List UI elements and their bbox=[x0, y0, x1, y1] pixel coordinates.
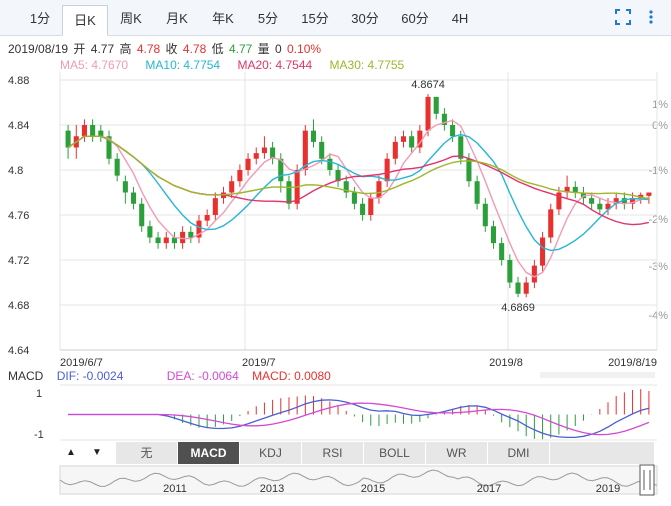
indicator-tab-macd[interactable]: MACD bbox=[178, 442, 240, 464]
ma5-line bbox=[67, 119, 650, 278]
candle-body bbox=[327, 158, 333, 170]
candle-body bbox=[499, 243, 505, 260]
price-chart[interactable]: 4.88 4.84 4.8 4.76 4.72 4.68 4.64 1% 0% -1% -2% -3%… bbox=[0, 0, 671, 506]
candle-body bbox=[351, 192, 357, 204]
pct-tick-label: 1% bbox=[652, 99, 668, 111]
min-price-label: 4.6869 bbox=[501, 302, 535, 314]
candle-body bbox=[163, 237, 169, 244]
candle-body bbox=[523, 282, 529, 294]
candle-body bbox=[310, 130, 317, 142]
y-tick-label: 4.88 bbox=[8, 75, 29, 87]
indicator-tab-wr[interactable]: WR bbox=[426, 442, 488, 464]
indicator-tab-rsi[interactable]: RSI bbox=[302, 442, 364, 464]
candle-body bbox=[90, 125, 96, 137]
candle-body bbox=[212, 198, 218, 215]
candle-body bbox=[253, 153, 259, 159]
candle-body bbox=[368, 198, 374, 215]
candle-body bbox=[400, 136, 407, 142]
candle-body bbox=[147, 226, 153, 238]
candle-body bbox=[450, 125, 456, 137]
overview-year-label: 2013 bbox=[260, 483, 284, 495]
dea-line bbox=[68, 402, 650, 436]
candle-body bbox=[180, 231, 186, 244]
macd-indicator-name: MACD bbox=[8, 369, 44, 383]
x-tick-label: 2019/8/19 bbox=[608, 357, 657, 369]
y-tick-label: 4.72 bbox=[8, 255, 29, 267]
x-tick-label: 2019/7 bbox=[242, 357, 276, 369]
candle-body bbox=[409, 136, 415, 148]
candle-body bbox=[122, 181, 128, 193]
candle-body bbox=[229, 181, 235, 193]
candle-body bbox=[540, 237, 546, 266]
candle-body bbox=[646, 192, 652, 196]
dea-legend: DEA: -0.0064 bbox=[166, 369, 239, 383]
y-tick-label: 4.84 bbox=[8, 120, 29, 132]
candle-body bbox=[482, 203, 488, 227]
candle-body bbox=[155, 237, 161, 244]
candle-body bbox=[589, 198, 595, 204]
y-tick-label: 4.64 bbox=[8, 345, 29, 357]
candle-body bbox=[237, 170, 243, 182]
candle-body bbox=[245, 158, 251, 170]
candle-body bbox=[597, 203, 603, 210]
overview-year-label: 2017 bbox=[477, 483, 501, 495]
dif-line bbox=[68, 399, 650, 439]
candle-body bbox=[360, 203, 366, 215]
candle-body bbox=[466, 158, 472, 182]
indicator-tab-dmi[interactable]: DMI bbox=[488, 442, 550, 464]
candle-body bbox=[286, 181, 292, 204]
candle-body bbox=[114, 158, 120, 176]
indicator-tab-none[interactable]: 无 bbox=[116, 442, 178, 464]
candle-body bbox=[139, 203, 145, 227]
prev-arrow-icon[interactable]: ▲ bbox=[60, 442, 82, 464]
candle-body bbox=[474, 181, 480, 204]
y-tick-label: 4.76 bbox=[8, 210, 29, 222]
candle-body bbox=[261, 147, 267, 154]
indicator-tab-bar: ▲ ▼ 无 MACD KDJ RSI BOLL WR DMI bbox=[60, 442, 654, 464]
scroll-hint-strip bbox=[540, 372, 655, 378]
y-tick-label: 4.8 bbox=[8, 165, 23, 177]
ma30-line bbox=[67, 135, 650, 200]
y-tick-label: 4.68 bbox=[8, 300, 29, 312]
dif-legend: DIF: -0.0024 bbox=[56, 369, 124, 383]
pct-tick-label: -3% bbox=[648, 261, 668, 273]
next-arrow-icon[interactable]: ▼ bbox=[86, 442, 108, 464]
indicator-tab-boll[interactable]: BOLL bbox=[364, 442, 426, 464]
candle-body bbox=[130, 192, 137, 204]
candle-body bbox=[98, 130, 104, 137]
candle-body bbox=[65, 130, 71, 148]
candle-body bbox=[515, 282, 521, 294]
pct-tick-label: -4% bbox=[648, 310, 668, 322]
candle-body bbox=[81, 125, 87, 137]
x-tick-label: 2019/8 bbox=[489, 357, 523, 369]
candle-body bbox=[490, 226, 497, 244]
candle-body bbox=[433, 96, 439, 114]
macd-y-tick-label: -1 bbox=[34, 429, 44, 441]
candle-body bbox=[531, 265, 537, 283]
max-price-label: 4.8674 bbox=[411, 79, 445, 91]
candle-body bbox=[319, 141, 325, 159]
pct-tick-label: -1% bbox=[648, 165, 668, 177]
candle-body bbox=[507, 260, 513, 283]
macd-legend: MACD DIF: -0.0024 DEA: -0.0064 MACD: 0.0… bbox=[8, 369, 341, 383]
overview-year-label: 2019 bbox=[596, 483, 620, 495]
pct-tick-label: 0% bbox=[652, 120, 668, 132]
indicator-tab-filler bbox=[550, 442, 654, 464]
overview-navigator bbox=[59, 465, 658, 495]
overview-year-label: 2011 bbox=[163, 483, 187, 495]
macd-value-legend: MACD: 0.0080 bbox=[252, 369, 331, 383]
candle-body bbox=[204, 215, 210, 221]
candle-body bbox=[188, 231, 194, 238]
candle-body bbox=[392, 141, 398, 159]
overview-range-handle bbox=[639, 464, 655, 496]
pct-tick-label: -2% bbox=[648, 214, 668, 226]
macd-y-tick-label: 1 bbox=[36, 388, 42, 400]
candle-body bbox=[376, 181, 382, 199]
overview-year-label: 2015 bbox=[361, 483, 385, 495]
candle-body bbox=[384, 158, 390, 182]
x-tick-label: 2019/6/7 bbox=[60, 357, 103, 369]
candle-body bbox=[548, 209, 554, 238]
candle-body bbox=[425, 96, 431, 131]
indicator-tab-kdj[interactable]: KDJ bbox=[240, 442, 302, 464]
